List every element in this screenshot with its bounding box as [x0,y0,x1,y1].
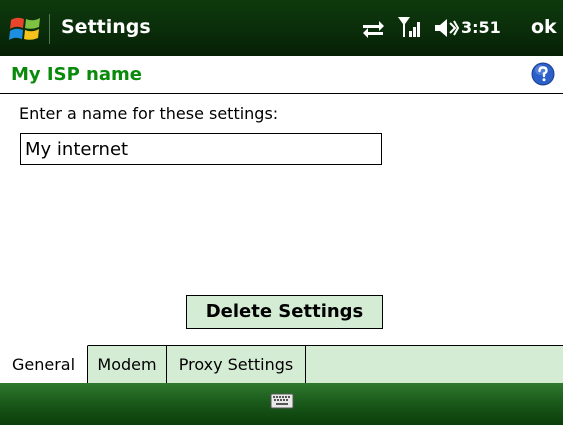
tab-general[interactable]: General [0,345,88,383]
tab-proxy-settings[interactable]: Proxy Settings [167,345,306,383]
help-icon[interactable] [531,62,555,86]
windows-start-icon[interactable] [8,12,42,46]
signal-icon[interactable] [397,13,423,43]
title-separator [49,14,50,44]
volume-icon[interactable] [433,13,459,43]
page-title: My ISP name [11,64,142,85]
settings-name-input[interactable] [20,133,382,165]
sync-icon[interactable] [360,13,386,43]
title-bar: Settings 3:51 ok [0,0,563,56]
ok-button[interactable]: ok [531,16,557,38]
softkey-bar [0,383,563,425]
page-header: My ISP name [0,56,563,94]
app-title: Settings [61,16,151,38]
tab-modem[interactable]: Modem [88,345,167,383]
keyboard-icon[interactable] [270,392,294,412]
delete-settings-button[interactable]: Delete Settings [186,295,383,329]
clock[interactable]: 3:51 [461,18,501,37]
name-prompt-label: Enter a name for these settings: [19,104,279,123]
tab-strip: General Modem Proxy Settings [0,345,563,384]
